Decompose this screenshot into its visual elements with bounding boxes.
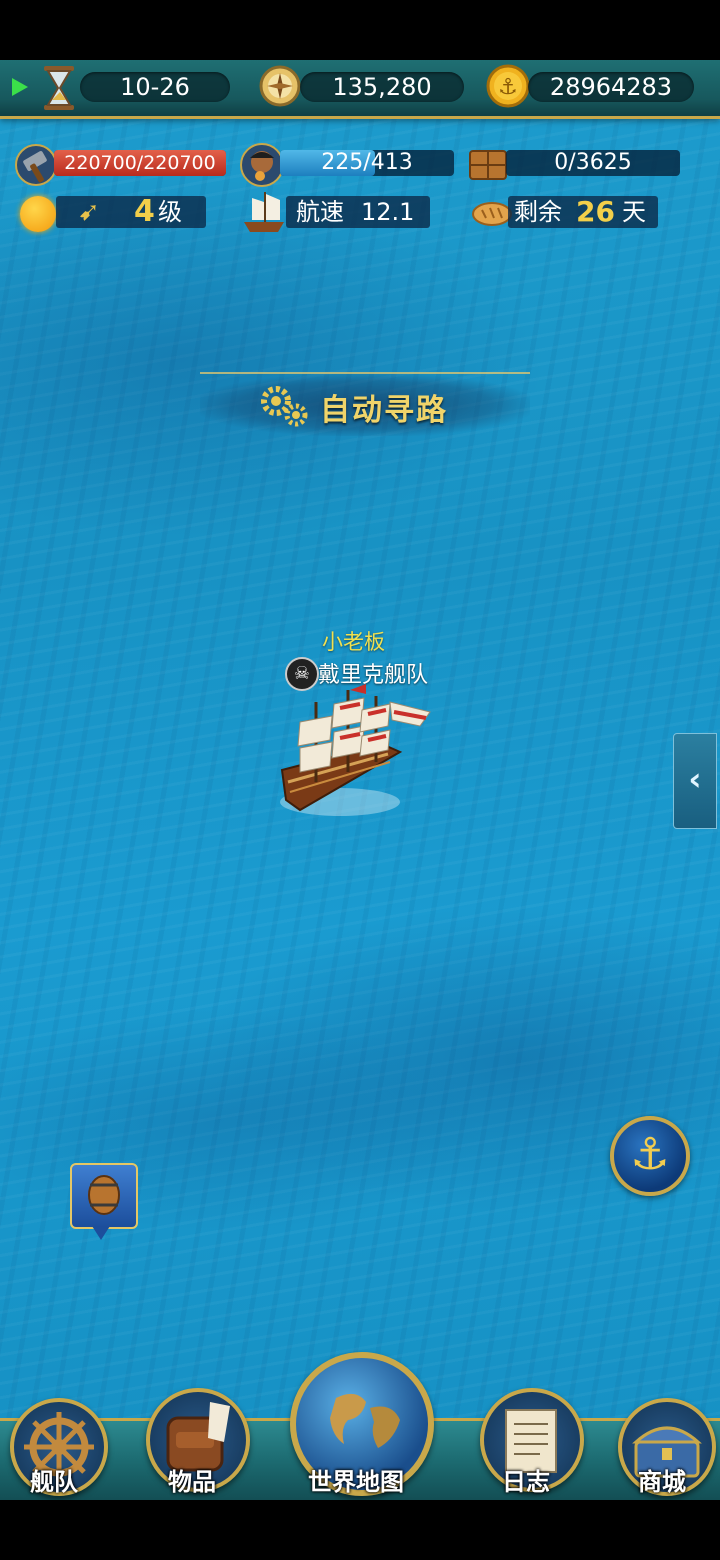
cargo-text: 0/3625 — [554, 150, 632, 175]
nav-items-label: 物品 — [168, 1468, 216, 1496]
gold-amount: 28964283 — [528, 72, 694, 102]
player-ship[interactable] — [270, 682, 440, 832]
level-panel: ➹ 4 级 — [56, 196, 206, 228]
supplies-panel: 剩余 26 天 — [508, 196, 658, 228]
crew-current: 225 — [321, 150, 364, 175]
crew-max: /413 — [363, 150, 413, 175]
barrel-icon — [88, 1175, 120, 1215]
sailor-icon — [240, 143, 284, 187]
arrow-icon: ➹ — [78, 197, 100, 227]
crew-bar: 225/413 — [280, 150, 454, 176]
top-resource-bar: 10-26 135,280 ⚓ 28964283 — [0, 60, 720, 119]
remain-days: 26 — [576, 195, 615, 228]
remain-unit: 天 — [622, 198, 646, 226]
system-nav-area — [0, 1500, 720, 1560]
nav-log-label: 日志 — [502, 1468, 550, 1496]
play-icon[interactable] — [12, 78, 28, 96]
anchor-button[interactable]: ⚓ — [610, 1116, 690, 1196]
cargo-bar: 0/3625 — [506, 150, 680, 176]
speed-value: 12.1 — [361, 198, 415, 226]
gears-icon — [261, 386, 308, 427]
durability-text: 220700/220700 — [64, 152, 216, 174]
speed-panel: 航速 12.1 — [286, 196, 430, 228]
svg-text:⚓: ⚓ — [498, 75, 518, 100]
barrel-marker-pin — [92, 1226, 110, 1240]
level-number: 4 — [134, 194, 155, 229]
ship-speed-icon — [244, 192, 284, 232]
remain-label: 剩余 — [514, 198, 562, 226]
gold-coin-icon: ⚓ — [486, 64, 530, 108]
speed-label: 航速 — [296, 198, 344, 226]
compass-icon — [259, 65, 301, 107]
durability-bar: 220700/220700 — [54, 150, 226, 176]
nav-fleet-label: 舰队 — [30, 1468, 78, 1496]
ship-owner-name: 小老板 — [322, 630, 385, 654]
cargo-crate-icon — [469, 150, 507, 180]
hourglass-icon — [44, 66, 74, 110]
level-unit: 级 — [158, 198, 182, 226]
nav-shop-label: 商城 — [638, 1468, 686, 1496]
date-display: 10-26 — [80, 72, 230, 102]
auto-path-label[interactable]: 自动寻路 — [320, 385, 448, 429]
nav-world-map-label: 世界地图 — [308, 1468, 404, 1496]
side-panel-toggle[interactable]: ‹ — [673, 733, 717, 829]
sun-orb-icon — [20, 196, 56, 232]
compass-value: 135,280 — [300, 72, 464, 102]
barrel-marker[interactable] — [70, 1163, 138, 1229]
